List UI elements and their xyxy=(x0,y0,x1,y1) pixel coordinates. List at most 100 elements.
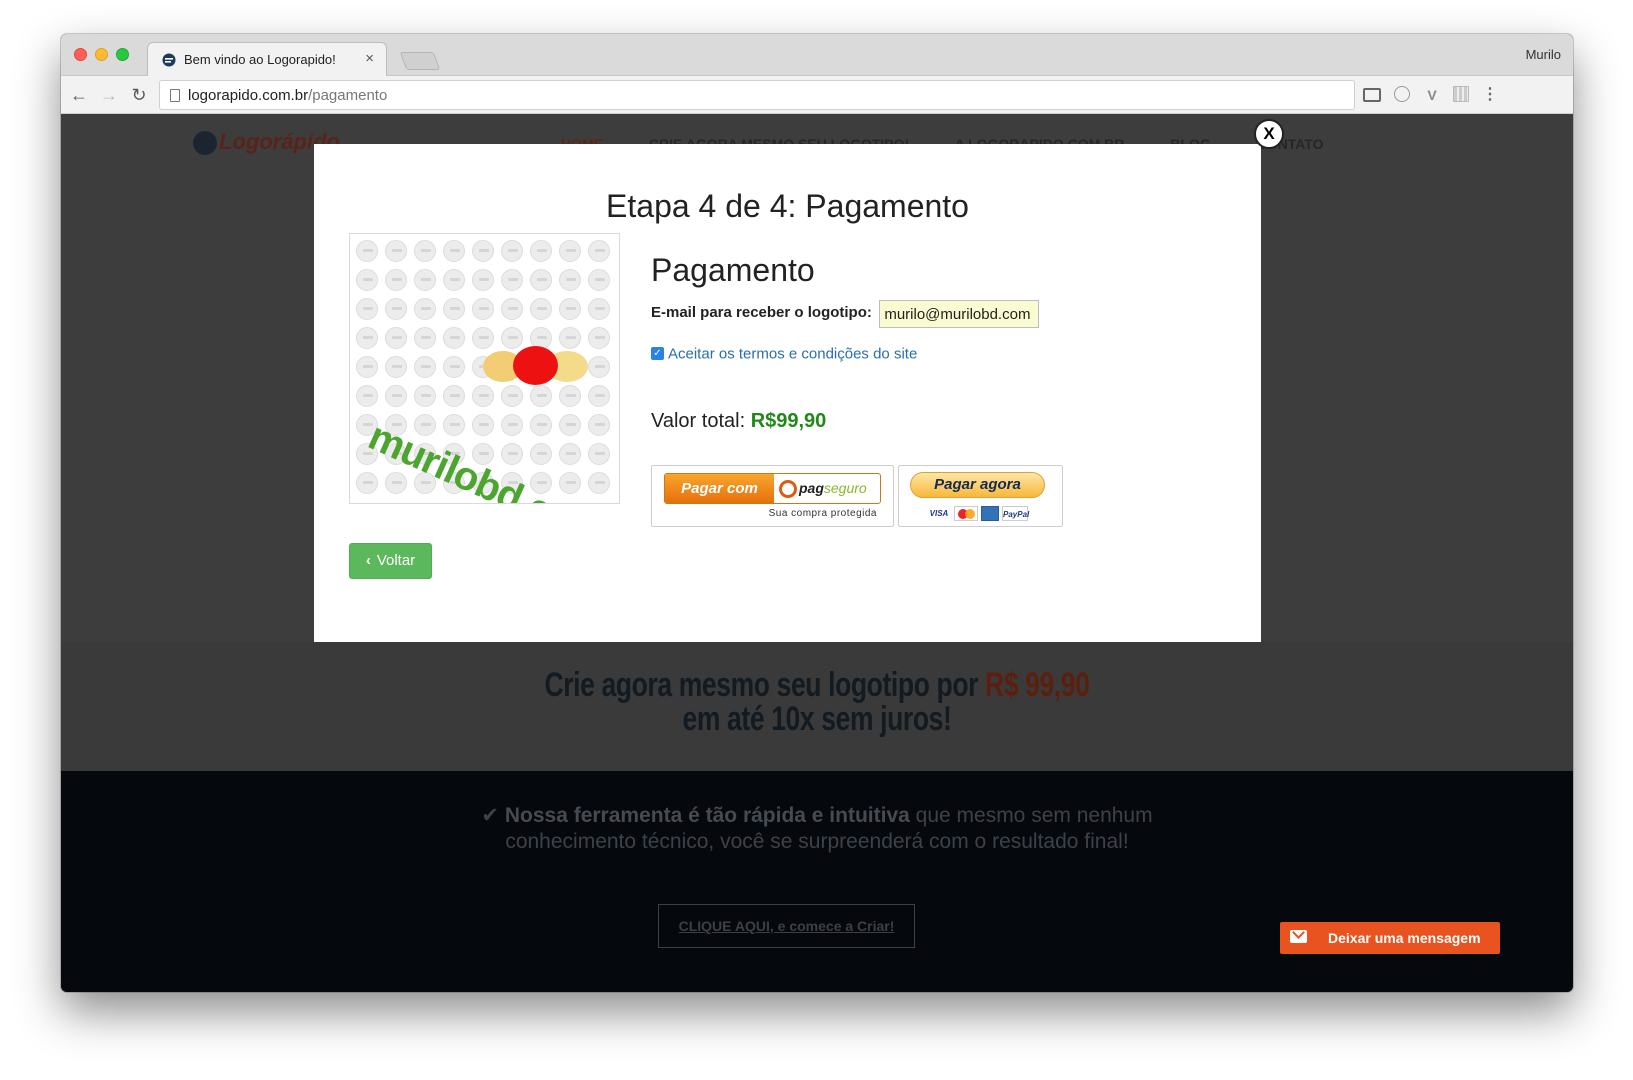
cta-button[interactable]: CLIQUE AQUI, e comece a Criar! xyxy=(658,904,915,948)
features-section: ✔ Nossa ferramenta é tão rápida e intuit… xyxy=(61,771,1573,992)
pagseguro-tagline: Sua compra protegida xyxy=(768,508,877,519)
browser-window: Bem vindo ao Logorapido! × Murilo ← → ↻ … xyxy=(61,34,1573,992)
features-text: ✔ Nossa ferramenta é tão rápida e intuit… xyxy=(61,803,1573,855)
watermark-icon xyxy=(356,356,378,378)
leave-message-label: Deixar uma mensagem xyxy=(1328,930,1481,946)
watermark-icon xyxy=(472,414,494,436)
watermark-icon xyxy=(530,269,552,291)
watermark-icon xyxy=(385,269,407,291)
watermark-icon xyxy=(559,240,581,262)
pagseguro-brand: pagseguro xyxy=(774,474,880,503)
watermark-icon xyxy=(530,240,552,262)
envelope-icon xyxy=(1290,930,1307,943)
paypal-box: Pagar agora VISA PayPal xyxy=(898,465,1063,527)
watermark-icon xyxy=(559,443,581,465)
profile-name[interactable]: Murilo xyxy=(1526,47,1561,62)
chevron-left-icon: ‹ xyxy=(365,552,371,569)
watermark-icon xyxy=(588,327,610,349)
close-window-button[interactable] xyxy=(74,48,87,61)
email-field[interactable] xyxy=(879,300,1040,328)
promo-price: R$ 99,90 xyxy=(985,666,1090,704)
watermark-icon xyxy=(530,385,552,407)
watermark-icon xyxy=(588,356,610,378)
watermark-icon xyxy=(501,443,523,465)
extension-v-icon[interactable]: V xyxy=(1423,86,1441,104)
watermark-icon xyxy=(356,385,378,407)
watermark-icon xyxy=(443,269,465,291)
forward-arrow-icon[interactable]: → xyxy=(98,84,120,106)
page-viewport: Logorápido HOME CRIE AGORA MESMO SEU LOG… xyxy=(61,114,1573,992)
kebab-menu-icon[interactable]: ⋮ xyxy=(1481,86,1499,104)
watermark-icon xyxy=(559,414,581,436)
browser-tab[interactable]: Bem vindo ao Logorapido! × xyxy=(147,42,387,76)
url-domain: logorapido.com.br xyxy=(188,87,309,104)
total-label: Valor total: xyxy=(651,410,746,432)
watermark-icon xyxy=(443,240,465,262)
tab-title: Bem vindo ao Logorapido! xyxy=(184,52,336,67)
watermark-icon xyxy=(385,298,407,320)
watermark-icon xyxy=(501,269,523,291)
pagseguro-brand-a: pag xyxy=(799,480,824,496)
terms-checkbox[interactable]: ✓ xyxy=(651,347,664,361)
total-row: Valor total: R$99,90 xyxy=(651,410,826,433)
extension-grid-icon[interactable] xyxy=(1453,86,1469,102)
logo-mark-icon xyxy=(193,131,217,156)
watermark-icon xyxy=(472,385,494,407)
paypal-icon: PayPal xyxy=(1002,506,1029,522)
watermark-icon xyxy=(356,269,378,291)
cta-link: CLIQUE AQUI xyxy=(678,918,770,934)
watermark-icon xyxy=(588,414,610,436)
watermark-icon xyxy=(530,443,552,465)
extension-circle-icon[interactable] xyxy=(1394,86,1410,102)
watermark-icon xyxy=(356,472,378,494)
amex-icon xyxy=(981,506,999,522)
watermark-icon xyxy=(443,298,465,320)
pagseguro-button[interactable]: Pagar com pagseguro xyxy=(664,473,881,504)
zoom-window-button[interactable] xyxy=(116,48,129,61)
watermark-icon xyxy=(472,327,494,349)
paypal-pay-now-button[interactable]: Pagar agora xyxy=(910,472,1045,498)
watermark-icon xyxy=(472,269,494,291)
back-button-label: Voltar xyxy=(376,552,416,569)
email-row: E-mail para receber o logotipo: xyxy=(651,300,1040,328)
watermark-icon xyxy=(588,385,610,407)
leave-message-button[interactable]: Deixar uma mensagem xyxy=(1280,922,1500,954)
watermark-icon xyxy=(385,240,407,262)
promo-prefix: Crie agora mesmo seu logotipo por xyxy=(544,666,986,704)
watermark-icon xyxy=(414,240,436,262)
watermark-icon xyxy=(414,385,436,407)
watermark-icon xyxy=(414,356,436,378)
back-button[interactable]: ‹ Voltar xyxy=(349,543,432,579)
watermark-icon xyxy=(588,269,610,291)
page-icon xyxy=(170,89,180,102)
terms-link[interactable]: Aceitar os termos e condições do site xyxy=(668,345,917,362)
new-tab-button[interactable] xyxy=(399,52,441,70)
tab-close-icon[interactable]: × xyxy=(365,50,374,67)
watermark-icon xyxy=(559,385,581,407)
terms-row[interactable]: ✓ Aceitar os termos e condições do site xyxy=(651,345,917,363)
features-bold: Nossa ferramenta é tão rápida e intuitiv… xyxy=(504,804,910,827)
browser-toolbar: ← → ↻ logorapido.com.br/pagamento V ⋮ xyxy=(61,76,1573,114)
check-icon: ✔ xyxy=(481,804,499,827)
address-bar[interactable]: logorapido.com.br/pagamento xyxy=(159,80,1355,110)
title-bar: Bem vindo ao Logorapido! × Murilo xyxy=(61,34,1573,76)
minimize-window-button[interactable] xyxy=(95,48,108,61)
watermark-icon xyxy=(443,385,465,407)
back-arrow-icon[interactable]: ← xyxy=(68,84,90,106)
watermark-icon xyxy=(559,269,581,291)
cast-icon[interactable] xyxy=(1363,88,1381,102)
watermark-icon xyxy=(501,240,523,262)
watermark-icon xyxy=(559,298,581,320)
modal-close-button[interactable]: X xyxy=(1254,119,1284,149)
reload-icon[interactable]: ↻ xyxy=(128,84,150,106)
watermark-icon xyxy=(501,327,523,349)
promo-section: Crie agora mesmo seu logotipo por R$ 99,… xyxy=(61,642,1573,771)
url-text[interactable]: logorapido.com.br/pagamento xyxy=(188,87,387,104)
watermark-icon xyxy=(559,472,581,494)
watermark-icon xyxy=(356,298,378,320)
features-rest-2: conhecimento técnico, você se surpreende… xyxy=(505,830,1129,853)
watermark-icon xyxy=(414,269,436,291)
watermark-icon xyxy=(356,240,378,262)
total-value: R$99,90 xyxy=(750,410,827,432)
watermark-icon xyxy=(443,414,465,436)
